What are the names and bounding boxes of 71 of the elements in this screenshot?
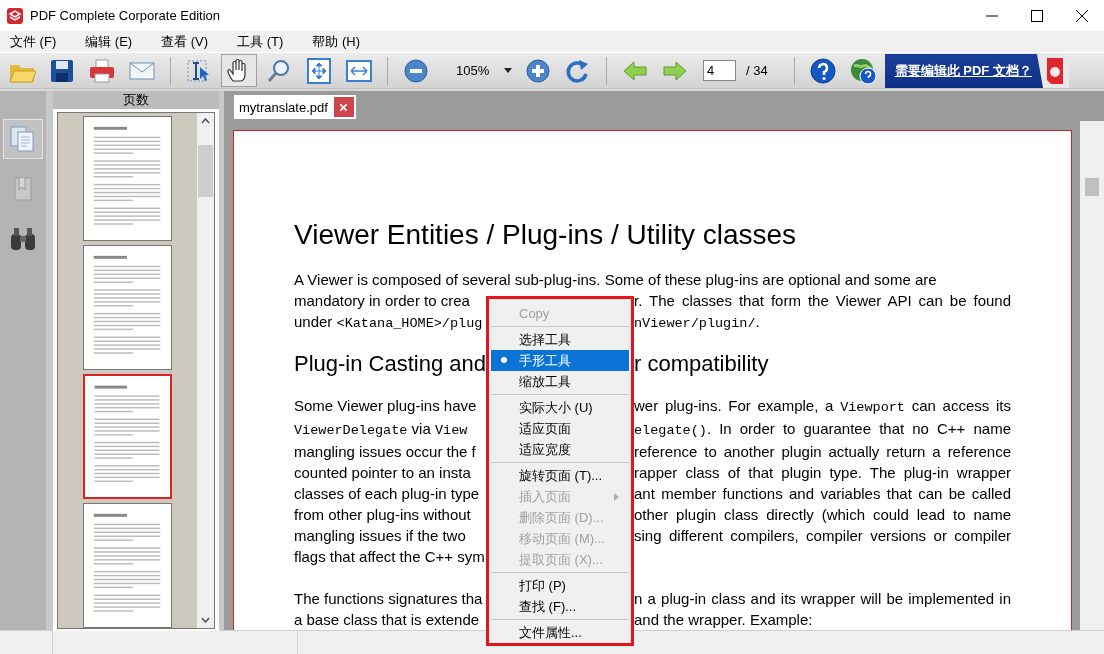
menu-item[interactable]: 适应页面 — [491, 418, 629, 439]
text-line: a base class that is extende — [294, 610, 480, 630]
menu-item[interactable]: 文件属性... — [491, 622, 629, 643]
close-icon — [340, 103, 348, 111]
menu-item[interactable]: 实际大小 (U) — [491, 397, 629, 418]
menu-item[interactable]: 打印 (P) — [491, 575, 629, 596]
text-line: elegate(). In order to guarantee that no C++ name — [634, 419, 1011, 440]
subheading: Plug-in Casting and — [294, 350, 486, 378]
text-line: nViewer/plugin/. — [634, 312, 761, 333]
text-line: from other plug-ins without — [294, 505, 471, 525]
text-line: and the wrapper. Example: — [634, 610, 814, 630]
menu-item[interactable]: 手形工具 — [491, 350, 629, 371]
page-thumbnail[interactable] — [83, 503, 172, 628]
printer-icon — [88, 56, 116, 85]
menu-item[interactable]: 工具 (T) — [230, 32, 291, 51]
page-thumbnail[interactable] — [83, 374, 172, 499]
fit-page-icon — [305, 56, 333, 85]
text-line: A Viewer is composed of several sub-plug-ins. Some of these plug-ins are optional and some are — [294, 270, 937, 290]
page-thumbnail[interactable] — [83, 116, 172, 241]
plus-circle-icon — [524, 56, 552, 85]
page-thumbnail[interactable] — [83, 245, 172, 370]
app-logo-icon — [7, 7, 23, 24]
page-count: / 34 — [746, 63, 768, 78]
vertical-scrollbar[interactable] — [1080, 121, 1104, 630]
text-line: wer plug-ins. For example, a Viewport can access its — [634, 396, 1011, 417]
globe-help-icon — [848, 56, 877, 85]
text-line: mangling issues if the two — [294, 526, 466, 546]
document-tab[interactable]: mytranslate.pdf — [234, 95, 356, 119]
menu-item[interactable]: 文件 (F) — [3, 32, 64, 51]
menu-item[interactable]: 查看 (V) — [154, 32, 216, 51]
text-line: ant member functions and variables that can be called — [634, 484, 1011, 504]
menu-item[interactable]: 选择工具 — [491, 329, 629, 350]
text-line: ViewerDelegate via View — [294, 419, 468, 440]
text-line: The functions signatures tha — [294, 589, 483, 609]
page-number-field[interactable]: 4 — [703, 60, 736, 81]
help-icon — [808, 56, 837, 85]
caret-icon — [504, 68, 512, 73]
heading: Viewer Entities / Plug-ins / Utility classes — [294, 219, 797, 250]
text-line: under <Katana_HOME>/plug — [294, 312, 483, 333]
subheading: r compatibility — [634, 350, 770, 378]
zoom-dropdown[interactable]: 105% — [438, 63, 512, 78]
text-line: mangling issues occur the f — [294, 442, 476, 462]
text-line: mandatory in order to crea — [294, 291, 470, 311]
edit-pdf-banner[interactable]: 需要编辑此 PDF 文档？ — [884, 53, 1069, 88]
text-line: Some Viewer plug-ins have — [294, 396, 477, 416]
menu-item[interactable]: 帮助 (H) — [305, 32, 367, 51]
radio-bullet-icon — [501, 357, 507, 363]
menu-item[interactable]: 旋转页面 (T)... — [491, 465, 629, 486]
menu-item[interactable]: 查找 (F)... — [491, 596, 629, 617]
text-line: counted pointer to an insta — [294, 463, 471, 483]
tab-label[interactable]: mytranslate.pdf — [239, 99, 328, 115]
text-line: flags that affect the C++ sym — [294, 548, 485, 565]
vertical-scrollbar[interactable] — [197, 113, 214, 628]
text-line: rapper class of that plugin type. The plug-in wrapper — [634, 463, 1011, 483]
menu-item[interactable]: 缩放工具 — [491, 371, 629, 392]
text-line: classes of each plug-in type — [294, 484, 480, 504]
text-line: sing different compilers, compiler versions or compiler — [634, 526, 1011, 546]
maximize-icon — [1031, 9, 1043, 22]
scrollbar-thumb[interactable] — [198, 145, 213, 197]
close-icon — [1076, 9, 1088, 22]
minus-circle-icon — [402, 56, 430, 85]
menu-item[interactable]: 编辑 (E) — [78, 32, 140, 51]
text-line: n a plug-in class and its wrapper will be implemented in — [634, 589, 1011, 609]
menu-item[interactable]: 适应宽度 — [491, 439, 629, 460]
text-line: reference to another plugin actually return a reference — [634, 442, 1011, 462]
text-line: other plugin class directly (which could lead to name — [634, 505, 1011, 525]
text-line: r. The classes that form the Viewer API can be found — [634, 291, 1011, 311]
scrollbar-thumb[interactable] — [1085, 178, 1099, 196]
hand-button[interactable] — [221, 54, 257, 87]
window-title: PDF Complete Corporate Edition — [30, 8, 222, 23]
close-tab-button[interactable] — [333, 97, 354, 117]
